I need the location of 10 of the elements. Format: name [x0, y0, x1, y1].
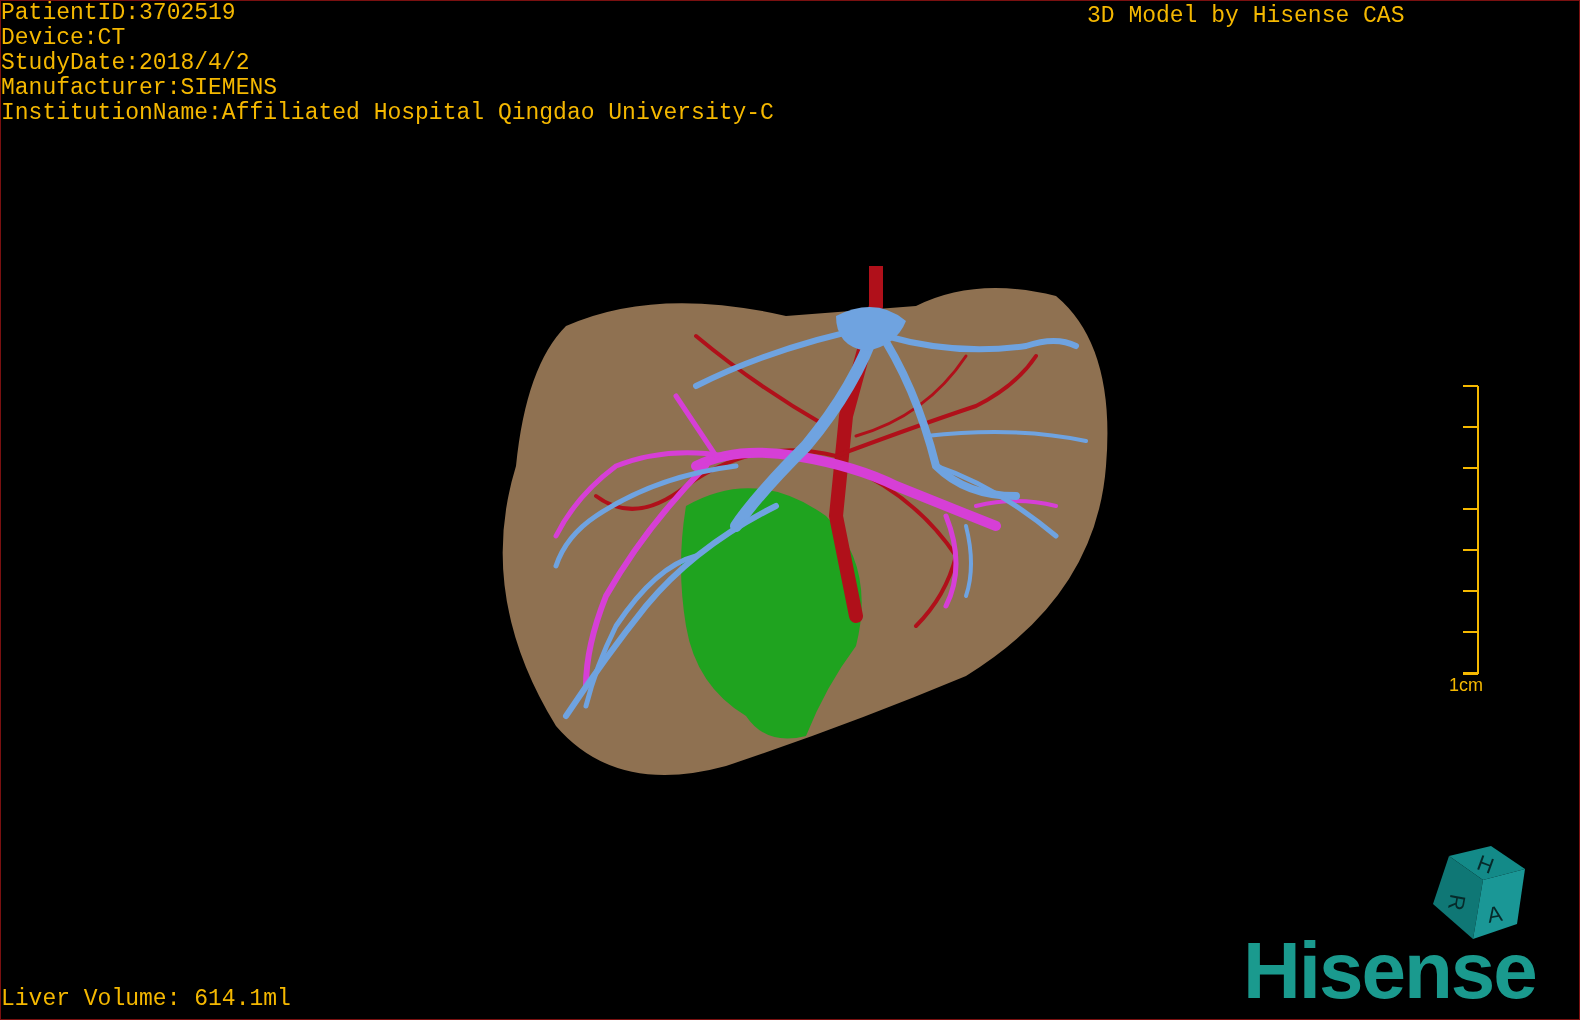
study-info-text: StudyDate:2018/4/2	[1, 51, 251, 76]
study-info-text: PatientID:3702519	[1, 1, 237, 26]
study-info-text: InstitutionName:Affiliated Hospital Qingdao University-C	[1, 101, 774, 126]
scale-label: 1cm	[1449, 675, 1483, 695]
brand-logo: Hisense	[1243, 931, 1536, 1011]
liver-volume-text: Liver Volume: 614.1ml	[1, 985, 291, 1013]
scale-bar-icon	[1463, 385, 1479, 675]
study-info-text: Device:CT	[1, 26, 127, 51]
viewer-title: 3D Model by Hisense CAS	[1087, 2, 1405, 31]
study-info-text: Manufacturer:SIEMENS	[1, 76, 279, 101]
